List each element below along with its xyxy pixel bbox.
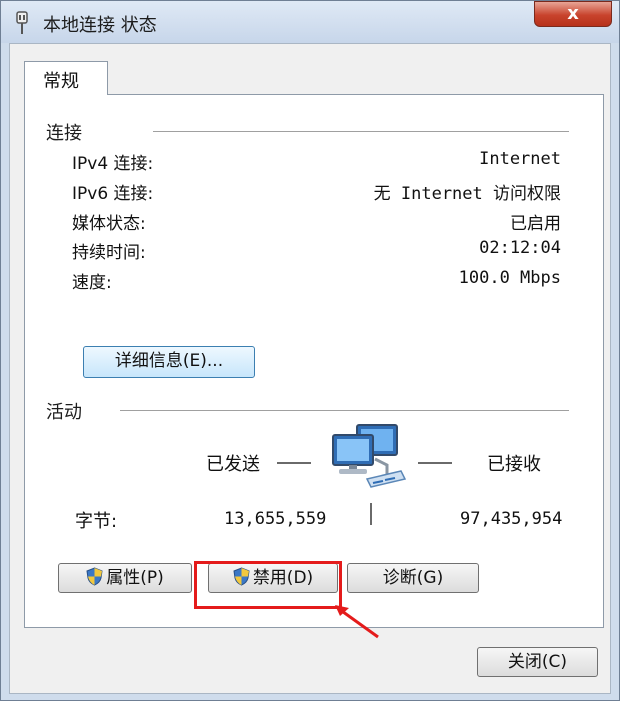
annotation-arrow-icon (335, 605, 379, 639)
tab-general-label: 常规 (43, 71, 79, 92)
sent-dash (277, 462, 311, 464)
tab-general[interactable]: 常规 (24, 61, 108, 95)
received-label: 已接收 (487, 454, 541, 475)
activity-link-line (370, 503, 372, 525)
details-button[interactable]: 详细信息(E)... (83, 346, 255, 378)
network-computers-icon (332, 424, 407, 488)
sent-label: 已发送 (206, 454, 260, 475)
title-bar[interactable]: 本地连接 状态 x (1, 1, 619, 43)
ipv4-label: IPv4 连接: (72, 154, 154, 174)
properties-label: 属性(P) (106, 568, 164, 588)
duration-value: 02:12:04 (479, 238, 561, 258)
activity-divider (120, 410, 569, 411)
received-dash (418, 462, 452, 464)
close-icon: x (567, 3, 579, 24)
network-plug-icon (16, 11, 28, 34)
bytes-label: 字节: (75, 511, 118, 532)
properties-button[interactable]: 属性(P) (58, 563, 192, 593)
ipv4-value: Internet (479, 149, 561, 169)
bytes-received-value: 97,435,954 (460, 509, 563, 529)
uac-shield-icon (86, 567, 103, 586)
media-state-label: 媒体状态: (72, 214, 146, 234)
speed-value: 100.0 Mbps (458, 268, 561, 288)
status-window: 本地连接 状态 x 常规 连接 IPv4 连接: Internet IPv6 连… (0, 0, 620, 701)
tab-panel: 连接 IPv4 连接: Internet IPv6 连接: 无 Internet… (24, 94, 604, 628)
ipv6-value: 无 Internet 访问权限 (373, 184, 561, 204)
annotation-highlight-box (194, 561, 342, 609)
activity-heading: 活动 (46, 402, 82, 423)
media-state-value: 已启用 (510, 214, 561, 234)
connection-divider (153, 131, 569, 132)
diagnose-button[interactable]: 诊断(G) (347, 563, 479, 593)
window-title: 本地连接 状态 (43, 15, 157, 36)
bytes-sent-value: 13,655,559 (224, 509, 327, 529)
close-window-button[interactable]: x (534, 1, 612, 27)
connection-heading: 连接 (46, 123, 82, 144)
duration-label: 持续时间: (72, 243, 146, 263)
close-button[interactable]: 关闭(C) (477, 647, 598, 677)
speed-label: 速度: (72, 273, 112, 293)
ipv6-label: IPv6 连接: (72, 184, 154, 204)
